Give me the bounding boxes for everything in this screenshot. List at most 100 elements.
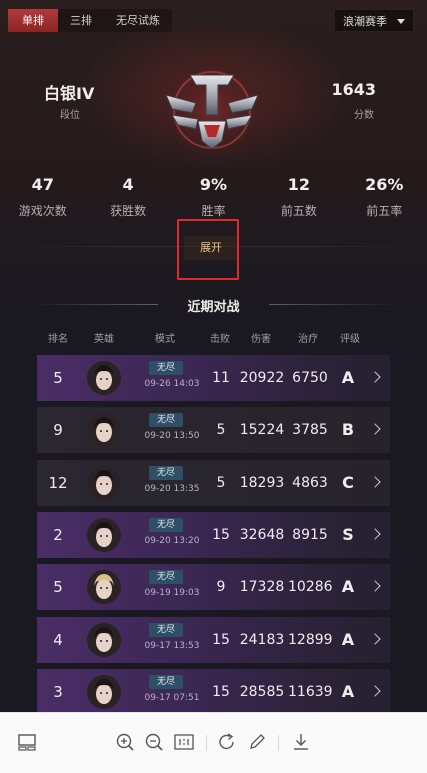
stat-value: 26%	[365, 175, 404, 194]
match-row[interactable]: 2 无尽 09-20 13:20 15 32648 8915 S	[37, 511, 390, 558]
stat-value: 47	[31, 175, 54, 194]
tab-trio[interactable]: 三排	[58, 9, 104, 32]
toolbar-divider	[278, 735, 279, 751]
male-hero-avatar-icon	[87, 517, 121, 552]
column-header-heal: 治疗	[298, 334, 318, 345]
match-row[interactable]: 5 无尽 09-19 19:03 9 17328 10286 A	[37, 564, 390, 611]
match-damage: 32648	[239, 526, 285, 543]
mode-badge: 无尽	[149, 570, 183, 585]
score-value: 1643	[331, 80, 376, 99]
match-grade: A	[341, 368, 355, 387]
match-damage: 15224	[239, 422, 285, 439]
match-rank: 5	[53, 369, 63, 387]
match-damage: 28585	[239, 683, 285, 700]
mode-badge: 无尽	[149, 361, 183, 375]
match-row[interactable]: 9 无尽 09-20 13:50 5 15224 3785 B	[37, 407, 390, 454]
match-kills: 15	[212, 526, 230, 543]
chevron-right-icon	[369, 423, 381, 435]
match-row[interactable]: 3 无尽 09-17 07:51 15 28585 11639 A	[37, 668, 390, 712]
match-grade: A	[341, 577, 355, 597]
stat-label: 前五数	[280, 204, 317, 218]
column-header-grade: 评级	[340, 334, 360, 345]
match-date: 09-26 14:03	[144, 379, 200, 389]
match-kills: 5	[216, 422, 226, 439]
match-rank: 12	[48, 473, 68, 492]
stat-label: 前五率	[366, 204, 403, 218]
match-rank: 9	[53, 421, 63, 440]
stat-value: 12	[287, 175, 310, 194]
chevron-right-icon	[369, 528, 381, 540]
female-hero-avatar-icon	[87, 361, 121, 395]
chevron-right-icon	[369, 580, 381, 592]
download-icon[interactable]	[290, 731, 312, 753]
stat-top5: 12 前五数	[256, 174, 341, 219]
edit-icon[interactable]	[246, 731, 268, 753]
chevron-right-icon	[369, 475, 381, 488]
match-grade: A	[341, 629, 355, 649]
match-rank: 5	[53, 578, 63, 597]
match-heal: 11639	[288, 683, 333, 700]
divider	[269, 304, 399, 305]
match-damage: 18293	[239, 474, 285, 491]
column-header-mode: 模式	[155, 334, 175, 345]
match-kills: 9	[216, 579, 226, 596]
match-date: 09-17 07:51	[144, 692, 200, 703]
match-grade: A	[341, 681, 355, 701]
mode-badge: 无尽	[149, 622, 183, 637]
female-hero-avatar-icon	[87, 622, 121, 657]
mode-badge: 无尽	[149, 413, 183, 428]
stat-label: 获胜数	[110, 204, 147, 218]
female-hero-avatar-icon	[87, 674, 121, 709]
match-row[interactable]: 4 无尽 09-17 13:53 15 24183 12899 A	[37, 616, 390, 663]
stat-label: 胜率	[201, 204, 226, 218]
match-heal: 6750	[292, 370, 328, 386]
match-heal: 4863	[292, 474, 328, 491]
stat-wins: 4 获胜数	[85, 174, 170, 219]
match-date: 09-20 13:50	[144, 431, 200, 442]
season-select-value: 浪潮赛季	[343, 15, 387, 28]
match-row[interactable]: 5 无尽 09-26 14:03 11 20922 6750 A	[37, 355, 390, 401]
match-kills: 15	[212, 631, 230, 648]
stat-value: 9%	[199, 175, 228, 194]
tab-endless-trial[interactable]: 无尽试炼	[104, 9, 172, 32]
match-kills: 5	[216, 474, 226, 491]
zoom-out-icon[interactable]	[143, 731, 165, 753]
match-row[interactable]: 12 无尽 09-20 13:35 5 18293 4863 C	[37, 459, 390, 506]
column-header-kills: 击败	[210, 334, 230, 345]
rotate-icon[interactable]	[216, 731, 238, 753]
column-header-damage: 伤害	[251, 334, 271, 345]
mode-badge: 无尽	[149, 517, 183, 532]
female-hero-avatar-icon	[87, 413, 121, 448]
column-header-hero: 英雄	[94, 334, 114, 345]
match-date: 09-20 13:35	[144, 483, 200, 494]
match-date: 09-19 19:03	[144, 588, 200, 599]
thumbnail-icon[interactable]	[16, 731, 38, 753]
highlight-box	[177, 219, 239, 280]
match-heal: 12899	[288, 631, 333, 648]
season-select[interactable]: 浪潮赛季	[334, 9, 414, 32]
match-damage: 20922	[239, 370, 285, 386]
stat-top5-rate: 26% 前五率	[342, 174, 427, 219]
match-date: 09-17 13:53	[144, 640, 200, 651]
rank-value: 白银IV	[44, 84, 95, 103]
match-kills: 11	[212, 370, 230, 386]
section-title: 近期对战	[187, 300, 240, 315]
actual-size-icon[interactable]	[173, 731, 195, 753]
mode-badge: 无尽	[149, 674, 183, 689]
mode-tabs: 单排 三排 无尽试炼	[8, 9, 172, 32]
chevron-right-icon	[369, 685, 381, 697]
chevron-down-icon	[397, 19, 405, 24]
match-rank: 3	[53, 682, 63, 701]
zoom-in-icon[interactable]	[114, 731, 136, 753]
match-grade: S	[342, 524, 354, 544]
rank-emblem-icon	[160, 58, 264, 162]
toolbar-divider	[206, 735, 207, 751]
stats-row: 47 游戏次数 4 获胜数 9% 胜率 12 前五数 26% 前五率	[0, 174, 427, 219]
mode-badge: 无尽	[149, 465, 183, 480]
match-heal: 3785	[292, 422, 328, 439]
tab-solo[interactable]: 单排	[8, 9, 58, 32]
female-hero-avatar-icon	[87, 465, 121, 500]
match-heal: 8915	[292, 526, 328, 543]
match-damage: 17328	[239, 579, 285, 596]
rank-label: 段位	[60, 110, 80, 121]
